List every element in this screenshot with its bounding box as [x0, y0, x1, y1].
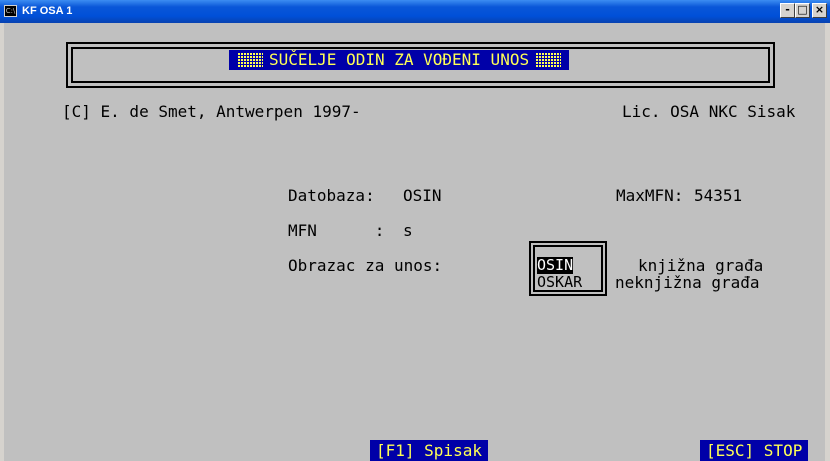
hatch-right-icon [535, 52, 562, 68]
close-button[interactable]: × [812, 3, 827, 18]
mfn-label: MFN : [288, 221, 385, 240]
database-label: Datobaza: [288, 186, 375, 205]
window-frame-right [825, 23, 830, 461]
console-area[interactable]: SUČELJE ODIN ZA VOĐENI UNOS [C] E. de Sm… [4, 23, 825, 461]
console-icon: C:\ [4, 5, 17, 17]
banner-title: SUČELJE ODIN ZA VOĐENI UNOS [269, 50, 530, 69]
window-controls: - □ × [780, 3, 827, 18]
template-listbox[interactable]: OSIN OSKAR [529, 241, 607, 296]
database-value: OSIN [403, 186, 442, 205]
mfn-value[interactable]: s [403, 221, 413, 241]
maxmfn-label: MaxMFN: [616, 186, 684, 205]
header-banner: SUČELJE ODIN ZA VOĐENI UNOS [229, 50, 570, 70]
f1-list-button[interactable]: [F1] Spisak [370, 440, 488, 461]
template-label: Obrazac za unos: [288, 256, 443, 275]
window-titlebar[interactable]: C:\ KF OSA 1 - □ × [0, 0, 830, 23]
maxmfn-value: 54351 [694, 186, 743, 205]
minimize-button[interactable]: - [780, 3, 795, 18]
esc-stop-button[interactable]: [ESC] STOP [700, 440, 809, 461]
license-text: Lic. OSA NKC Sisak [622, 102, 796, 121]
hatch-left-icon [237, 52, 263, 68]
window-title: KF OSA 1 [22, 5, 73, 17]
template-desc-oskar: neknjižna građa [615, 273, 760, 292]
maximize-button[interactable]: □ [795, 3, 810, 18]
template-option-osin[interactable]: OSIN [537, 257, 574, 274]
copyright-text: [C] E. de Smet, Antwerpen 1997- [62, 102, 361, 121]
template-option-oskar[interactable]: OSKAR [537, 274, 582, 291]
